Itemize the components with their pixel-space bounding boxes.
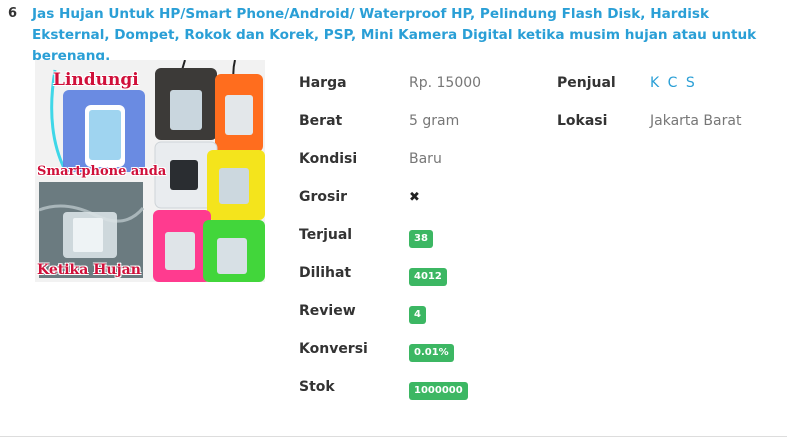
location-label: Lokasi — [557, 113, 608, 129]
sold-value: 38 — [409, 229, 433, 248]
row-divider — [0, 436, 787, 437]
image-caption-top: Lindungi — [53, 70, 139, 90]
image-caption-bottom: Ketika Hujan — [37, 262, 141, 278]
conversion-badge: 0.01% — [409, 344, 454, 362]
product-image[interactable]: Lindungi Smartphone anda Ketika Hujan — [35, 60, 265, 282]
seller-link[interactable]: K C S — [650, 75, 697, 91]
sold-label: Terjual — [299, 227, 353, 243]
product-title-link[interactable]: Jas Hujan Untuk HP/Smart Phone/Android/ … — [32, 4, 780, 67]
price-label: Harga — [299, 75, 347, 91]
conversion-value: 0.01% — [409, 343, 454, 362]
review-badge: 4 — [409, 306, 426, 324]
weight-value: 5 gram — [409, 113, 460, 129]
seller-value: K C S — [650, 75, 697, 91]
location-value: Jakarta Barat — [650, 113, 742, 129]
listing-rank: 6 — [8, 6, 18, 21]
condition-value: Baru — [409, 151, 442, 167]
conversion-label: Konversi — [299, 341, 368, 357]
stock-badge: 1000000 — [409, 382, 468, 400]
wholesale-label: Grosir — [299, 189, 348, 205]
views-badge: 4012 — [409, 268, 447, 286]
review-value: 4 — [409, 305, 426, 324]
views-label: Dilihat — [299, 265, 352, 281]
wholesale-value: ✖ — [409, 189, 420, 205]
stock-label: Stok — [299, 379, 335, 395]
review-label: Review — [299, 303, 356, 319]
seller-label: Penjual — [557, 75, 616, 91]
close-icon: ✖ — [409, 190, 420, 205]
image-caption-middle: Smartphone anda — [37, 164, 167, 179]
sold-badge: 38 — [409, 230, 433, 248]
views-value: 4012 — [409, 267, 447, 286]
price-value: Rp. 15000 — [409, 75, 482, 91]
condition-label: Kondisi — [299, 151, 358, 167]
weight-label: Berat — [299, 113, 343, 129]
stock-value: 1000000 — [409, 381, 468, 400]
